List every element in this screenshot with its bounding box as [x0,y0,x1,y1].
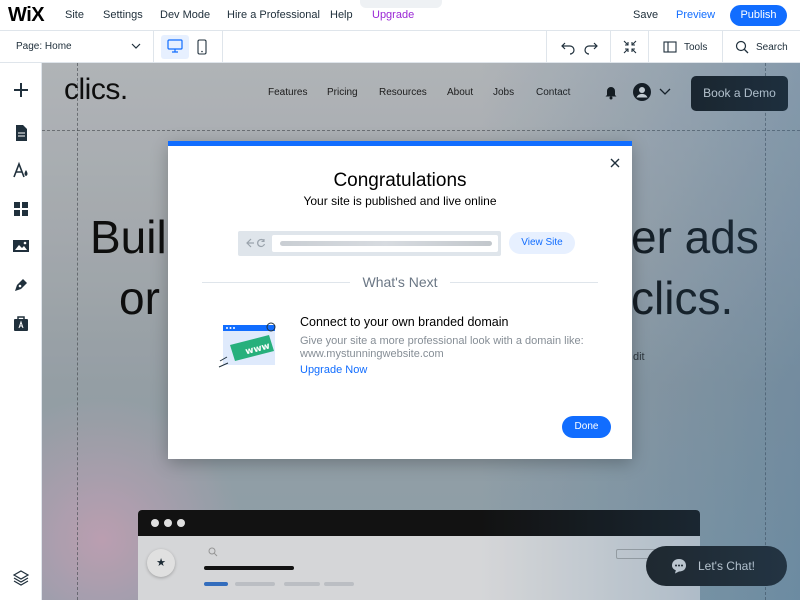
page-selector[interactable]: Page: Home [16,41,72,52]
menu-help[interactable]: Help [330,9,353,21]
desktop-icon [167,39,183,53]
domain-description: Give your site a more professional look … [300,335,600,361]
menu-dev-mode[interactable]: Dev Mode [160,9,210,21]
pen-icon[interactable] [11,275,31,295]
save-button[interactable]: Save [633,9,658,21]
divider [222,31,223,63]
top-bar: WiX Site Settings Dev Mode Hire a Profes… [0,0,800,31]
chevron-down-icon[interactable] [130,40,142,52]
view-site-button[interactable]: View Site [509,232,575,254]
site-url-field[interactable] [272,235,498,252]
menu-hire-professional[interactable]: Hire a Professional [227,9,320,21]
menu-settings[interactable]: Settings [103,9,143,21]
pages-icon[interactable] [11,123,31,143]
site-url-redacted [280,241,492,246]
done-button[interactable]: Done [562,416,611,438]
dialog-subtitle: Your site is published and live online [303,194,497,208]
page-prefix: Page: [16,41,43,52]
domain-description-line: Give your site a more professional look … [300,335,584,347]
add-icon[interactable] [11,80,31,100]
domain-illustration-icon: www [218,322,276,368]
dialog-title: Congratulations [333,170,467,191]
editor-toolbar: Page: Home Tools Search [0,31,800,63]
preview-button[interactable]: Preview [676,9,715,21]
domain-heading: Connect to your own branded domain [300,315,509,329]
media-icon[interactable] [11,236,31,256]
desktop-view-button[interactable] [161,35,189,59]
apps-icon[interactable] [11,199,31,219]
left-rail [0,63,42,600]
divider [450,282,598,283]
search-button[interactable]: Search [756,42,788,53]
divider [722,31,723,63]
upgrade-now-link[interactable]: Upgrade Now [300,364,367,376]
mobile-view-button[interactable] [190,35,214,59]
mobile-icon [197,39,207,55]
tools-button[interactable]: Tools [684,42,707,53]
divider [153,31,154,63]
browser-nav-icon [246,238,266,248]
divider [610,31,611,63]
upgrade-highlight [360,0,442,8]
site-url-bar [238,231,501,256]
search-icon[interactable] [734,39,750,55]
publish-success-dialog: Congratulations Your site is published a… [168,141,632,459]
wix-logo[interactable]: WiX [8,4,45,27]
close-icon[interactable] [609,157,621,169]
layers-icon[interactable] [11,568,31,588]
redo-icon[interactable] [583,39,599,55]
theme-icon[interactable] [11,161,31,181]
divider [648,31,649,63]
tools-icon[interactable] [662,39,678,55]
domain-example: www.mystunningwebsite.com [300,348,444,360]
divider [546,31,547,63]
undo-icon[interactable] [560,39,576,55]
publish-button[interactable]: Publish [730,5,787,26]
menu-site[interactable]: Site [65,9,84,21]
business-icon[interactable] [11,313,31,333]
page-name: Home [44,41,72,52]
zoom-out-icon[interactable] [622,39,638,55]
menu-upgrade[interactable]: Upgrade [372,9,414,21]
